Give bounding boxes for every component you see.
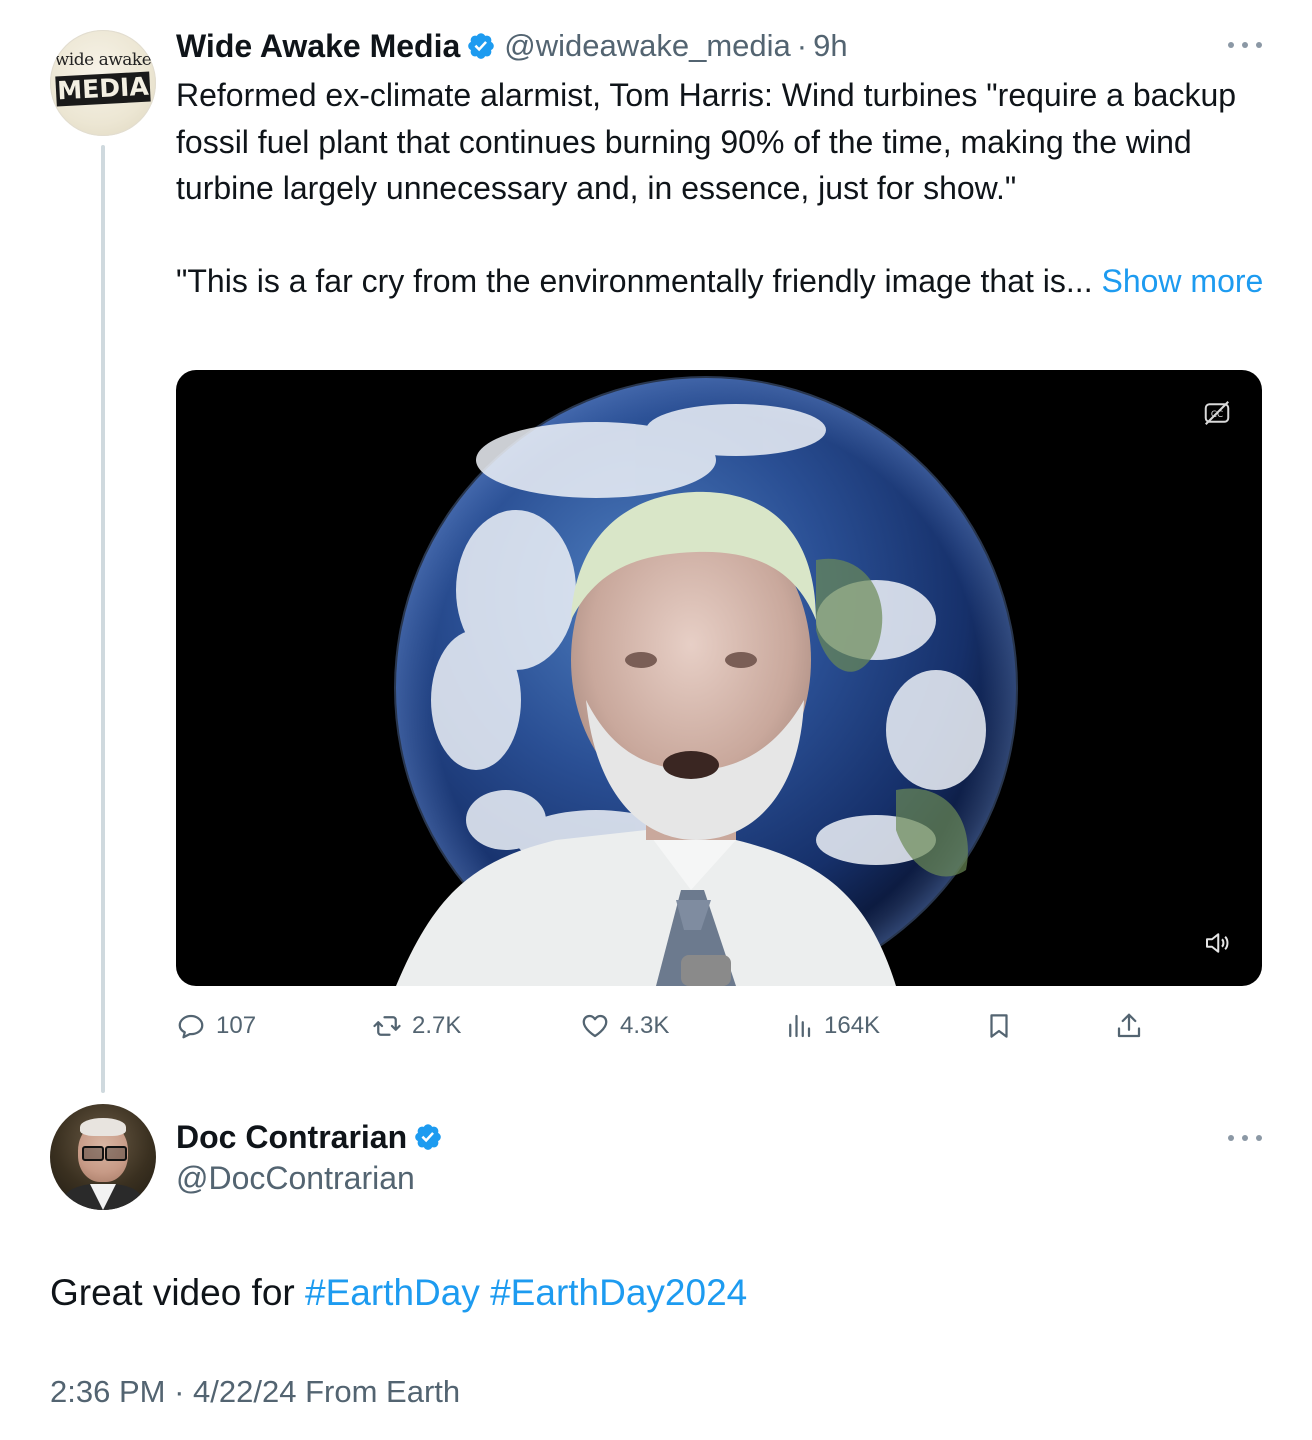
doc-contrarian-avatar[interactable] <box>50 1104 156 1210</box>
views-chart-icon <box>789 1014 811 1038</box>
separator-dot: · <box>174 1374 185 1409</box>
reply-timestamp[interactable]: 2:36 PM <box>50 1374 165 1409</box>
verified-badge-icon <box>468 33 495 59</box>
volume-icon[interactable] <box>1202 928 1232 958</box>
thread-connector-line <box>101 145 105 1093</box>
share-button[interactable] <box>1114 1004 1154 1048</box>
hashtag-earthday2024[interactable]: #EarthDay2024 <box>490 1272 747 1313</box>
like-button[interactable]: 4.3K <box>580 1004 669 1048</box>
reply-author-handle[interactable]: @DocContrarian <box>176 1160 415 1197</box>
reply-text: Great video for #EarthDay #EarthDay2024 <box>50 1272 747 1314</box>
tweet-header: Wide Awake Media @wideawake_media · 9h <box>176 24 848 68</box>
separator-dot: · <box>796 28 808 63</box>
author-name[interactable]: Wide Awake Media <box>176 28 460 65</box>
author-handle[interactable]: @wideawake_media <box>504 28 791 64</box>
tweet-time[interactable]: 9h <box>813 28 847 64</box>
bookmark-button[interactable] <box>984 1004 1024 1048</box>
wide-awake-media-avatar[interactable]: wide awake MEDIA <box>50 30 156 136</box>
show-more-link[interactable]: Show more <box>1101 263 1263 299</box>
tweet-text: Reformed ex-climate alarmist, Tom Harris… <box>176 72 1266 305</box>
reply-location: From Earth <box>305 1374 461 1409</box>
reply-text-prefix: Great video for <box>50 1272 295 1313</box>
tweet-paragraph-1: Reformed ex-climate alarmist, Tom Harris… <box>176 77 1237 206</box>
reply-button[interactable]: 107 <box>176 1004 256 1048</box>
video-frame <box>394 376 1018 986</box>
verified-badge-icon <box>415 1124 441 1150</box>
more-options-icon[interactable] <box>1228 40 1262 50</box>
repost-button[interactable]: 2.7K <box>372 1004 461 1048</box>
tweet-paragraph-2-text: "This is a far cry from the environmenta… <box>176 263 1093 299</box>
repost-icon <box>373 1016 401 1036</box>
reply-icon <box>178 1014 204 1039</box>
closed-captions-off-icon[interactable]: CC <box>1202 398 1232 428</box>
tweet-paragraph-2: "This is a far cry from the environmenta… <box>176 258 1266 305</box>
views-count: 164K <box>824 1012 881 1039</box>
video-player[interactable]: CC <box>176 370 1262 986</box>
repost-count: 2.7K <box>412 1012 462 1039</box>
views-button[interactable]: 164K <box>784 1004 880 1048</box>
bookmark-icon <box>990 1014 1008 1038</box>
reply-header: Doc Contrarian <box>176 1116 451 1158</box>
reply-metadata: 2:36 PM · 4/22/24 From Earth <box>50 1374 460 1410</box>
reply-author-name[interactable]: Doc Contrarian <box>176 1119 407 1156</box>
heart-icon <box>582 1014 608 1038</box>
avatar-logo-text-top: wide awake <box>54 50 152 70</box>
reply-date[interactable]: 4/22/24 <box>193 1374 296 1409</box>
more-options-icon[interactable] <box>1228 1133 1262 1143</box>
tweet-action-bar: 107 2.7K 4.3K 164K <box>176 1004 1176 1048</box>
hashtag-earthday[interactable]: #EarthDay <box>305 1272 480 1313</box>
avatar-logo-text-bottom: MEDIA <box>55 71 151 107</box>
like-count: 4.3K <box>620 1012 670 1039</box>
share-icon <box>1117 1013 1141 1038</box>
reply-count: 107 <box>216 1012 257 1039</box>
